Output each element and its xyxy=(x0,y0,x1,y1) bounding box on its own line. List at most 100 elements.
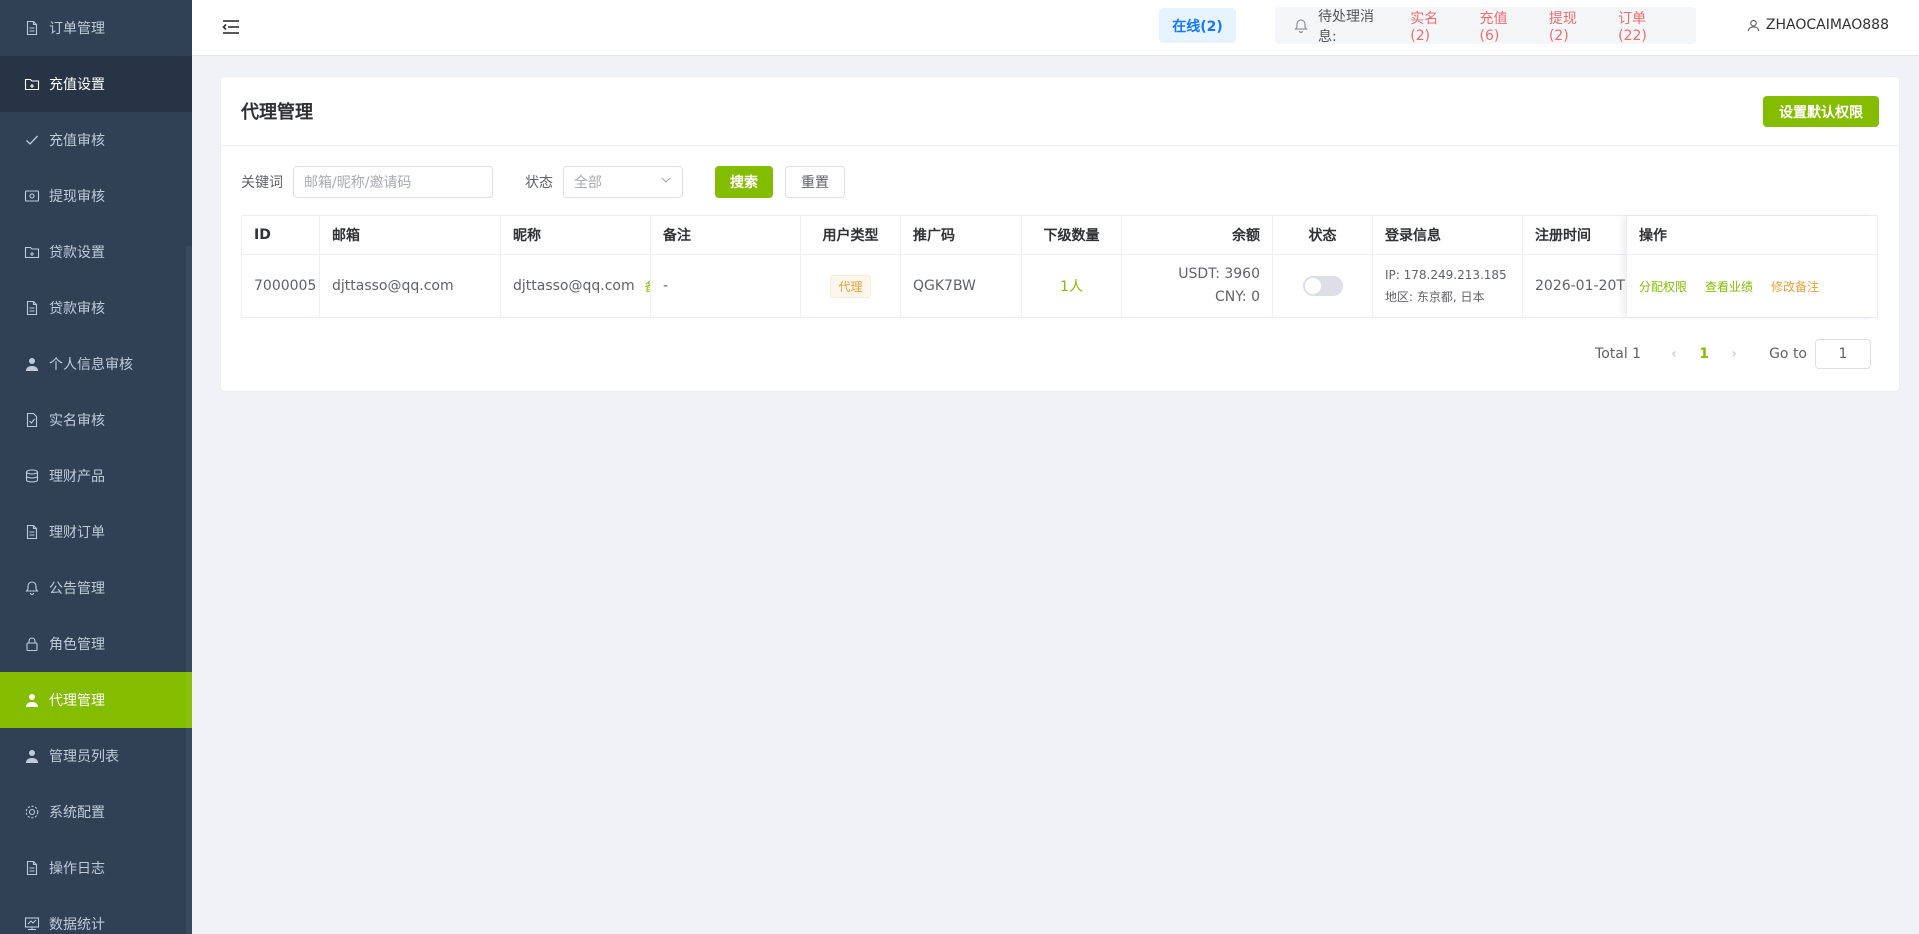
lock-icon xyxy=(24,636,40,652)
pagination: Total 1 ‹ 1 › Go to 1 xyxy=(1595,339,1871,369)
document-icon xyxy=(24,524,40,540)
pending-messages: 待处理消息: 实名(2) 充值(6) 提现(2) 订单(22) xyxy=(1275,7,1696,45)
sidebar-item-label: 个人信息审核 xyxy=(49,357,133,373)
sidebar-item[interactable]: 贷款设置 xyxy=(0,224,192,280)
sidebar-item[interactable]: 代理管理 xyxy=(0,672,192,728)
sidebar-item[interactable]: 数据统计 xyxy=(0,896,192,934)
goto-label: Go to xyxy=(1769,346,1807,362)
folder-icon xyxy=(24,76,40,92)
sidebar-item[interactable]: 充值设置 xyxy=(0,56,192,112)
bell-icon xyxy=(1293,18,1309,34)
th-status: 状态 xyxy=(1273,216,1373,255)
cell-promo-code: QGK7BW xyxy=(901,255,1022,317)
status-select-value: 全部 xyxy=(574,175,602,191)
th-nickname: 昵称 xyxy=(501,216,651,255)
edit-note-link[interactable]: 修改备注 xyxy=(1771,278,1819,295)
prev-page-icon[interactable]: ‹ xyxy=(1659,346,1689,362)
th-balance: 余额 xyxy=(1122,216,1273,255)
page-number[interactable]: 1 xyxy=(1689,346,1719,362)
cell-email: djttasso@qq.com xyxy=(320,255,501,317)
cell-balance: USDT: 3960 CNY: 0 xyxy=(1122,255,1273,317)
reset-button[interactable]: 重置 xyxy=(785,166,845,198)
sidebar-item[interactable]: 理财订单 xyxy=(0,504,192,560)
sidebar-item[interactable]: 贷款审核 xyxy=(0,280,192,336)
agent-table: ID 邮箱 昵称 备注 用户类型 推广码 下级数量 余额 状态 登录信息 注册时… xyxy=(241,215,1878,318)
view-performance-link[interactable]: 查看业绩 xyxy=(1705,278,1753,295)
status-toggle[interactable] xyxy=(1302,276,1343,296)
th-ops: 操作 xyxy=(1627,216,1878,255)
collapse-menu-icon[interactable] xyxy=(222,18,240,36)
sidebar-item-label: 贷款审核 xyxy=(49,301,105,317)
next-page-icon[interactable]: › xyxy=(1719,346,1749,362)
keyword-input[interactable]: 邮箱/昵称/邀请码 xyxy=(293,166,493,198)
online-count-badge[interactable]: 在线(2) xyxy=(1159,8,1236,43)
sidebar-item-label: 系统配置 xyxy=(49,805,105,821)
sidebar-item[interactable]: 理财产品 xyxy=(0,448,192,504)
sidebar-item-label: 充值设置 xyxy=(49,77,105,93)
sidebar-item-label: 订单管理 xyxy=(49,21,105,37)
cell-ops: 分配权限 查看业绩 修改备注 xyxy=(1627,255,1878,317)
user-menu[interactable]: ZHAOCAIMAO888 xyxy=(1747,17,1889,33)
sidebar-item-label: 实名审核 xyxy=(49,413,105,429)
th-sub-count: 下级数量 xyxy=(1022,216,1122,255)
balance-cny: CNY: 0 xyxy=(1214,289,1260,305)
page-title: 代理管理 xyxy=(241,102,313,123)
sidebar-item[interactable]: 系统配置 xyxy=(0,784,192,840)
sidebar-item-label: 贷款设置 xyxy=(49,245,105,261)
sidebar-item-label: 数据统计 xyxy=(49,917,105,933)
sidebar-item[interactable]: 角色管理 xyxy=(0,616,192,672)
document-icon xyxy=(24,20,40,36)
wallet-icon xyxy=(24,188,40,204)
pending-link-orders[interactable]: 订单(22) xyxy=(1618,8,1673,44)
sidebar-item[interactable]: 管理员列表 xyxy=(0,728,192,784)
status-select[interactable]: 全部 xyxy=(563,166,683,198)
search-button[interactable]: 搜索 xyxy=(715,166,773,198)
assign-permissions-link[interactable]: 分配权限 xyxy=(1639,278,1687,295)
sidebar-menu: 订单管理充值设置充值审核 提现审核贷款设置贷款审核个人信息审核 实名审核理财产品理财… xyxy=(0,0,192,934)
top-header: 在线(2) 待处理消息: 实名(2) 充值(6) 提现(2) 订单(22) ZH… xyxy=(192,0,1919,56)
document-icon xyxy=(24,300,40,316)
sidebar-item[interactable]: 充值审核 xyxy=(0,112,192,168)
cell-user-type: 代理 xyxy=(801,255,901,317)
sidebar-item[interactable]: 订单管理 xyxy=(0,0,192,56)
sidebar-item-label: 公告管理 xyxy=(49,581,105,597)
user-icon xyxy=(24,748,40,764)
filter-bar: 关键词 邮箱/昵称/邀请码 状态 全部 搜索 重置 xyxy=(241,166,845,198)
sidebar-item[interactable]: 提现审核 xyxy=(0,168,192,224)
nickname-text: djttasso@qq.com xyxy=(513,278,635,294)
sidebar-scrollbar[interactable] xyxy=(186,246,192,934)
sidebar-item-label: 角色管理 xyxy=(49,637,105,653)
sidebar-item[interactable]: 公告管理 xyxy=(0,560,192,616)
bell-icon xyxy=(24,580,40,596)
sidebar-item-label: 操作日志 xyxy=(49,861,105,877)
check-icon xyxy=(24,132,40,148)
pending-link-realname[interactable]: 实名(2) xyxy=(1410,8,1456,44)
login-region: 地区: 东京都, 日本 xyxy=(1385,290,1485,304)
user-type-tag: 代理 xyxy=(830,274,871,298)
pending-link-withdraw[interactable]: 提现(2) xyxy=(1549,8,1595,44)
th-login-info: 登录信息 xyxy=(1373,216,1523,255)
cell-sub-count[interactable]: 1人 xyxy=(1022,255,1122,317)
user-icon xyxy=(24,692,40,708)
chevron-down-icon xyxy=(660,174,672,190)
th-note: 备注 xyxy=(651,216,801,255)
status-label: 状态 xyxy=(525,175,553,191)
cell-id: 7000005 xyxy=(242,255,320,317)
sidebar-item[interactable]: 个人信息审核 xyxy=(0,336,192,392)
cell-status xyxy=(1273,255,1373,317)
set-default-permissions-button[interactable]: 设置默认权限 xyxy=(1763,96,1879,127)
user-icon xyxy=(1747,19,1760,31)
sidebar-item[interactable]: 实名审核 xyxy=(0,392,192,448)
sidebar-item[interactable]: 操作日志 xyxy=(0,840,192,896)
th-user-type: 用户类型 xyxy=(801,216,901,255)
goto-page-input[interactable]: 1 xyxy=(1815,339,1871,369)
sidebar-item-label: 理财订单 xyxy=(49,525,105,541)
user-icon xyxy=(24,356,40,372)
pending-link-recharge[interactable]: 充值(6) xyxy=(1480,8,1526,44)
sidebar-item-label: 代理管理 xyxy=(49,693,105,709)
balance-usdt: USDT: 3960 xyxy=(1178,266,1260,282)
login-ip: IP: 178.249.213.185 xyxy=(1385,268,1507,282)
sidebar-item-label: 管理员列表 xyxy=(49,749,119,765)
document-icon xyxy=(24,860,40,876)
th-id: ID xyxy=(242,216,320,255)
